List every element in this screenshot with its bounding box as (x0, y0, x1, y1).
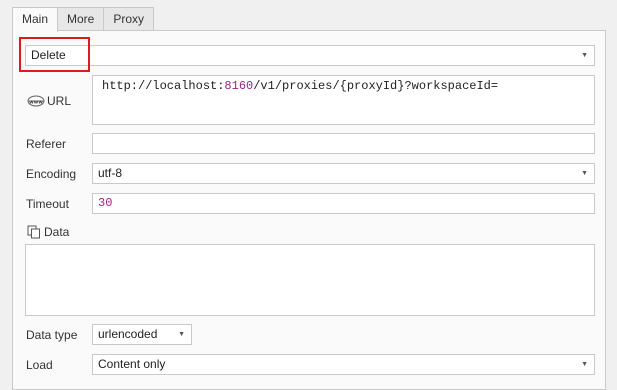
svg-text:www: www (29, 99, 43, 105)
load-value: Content only (98, 357, 166, 371)
data-type-value: urlencoded (98, 327, 158, 341)
chevron-down-icon[interactable]: ▼ (581, 164, 588, 183)
www-globe-icon: www (27, 95, 45, 107)
referer-label: Referer (26, 137, 67, 151)
tab-main[interactable]: Main (12, 7, 59, 32)
chevron-down-icon[interactable]: ▼ (178, 325, 185, 344)
method-value: Delete (31, 48, 66, 62)
url-label: www URL (27, 94, 71, 108)
data-textarea[interactable] (25, 244, 595, 316)
url-label-text: URL (47, 94, 72, 108)
tab-more[interactable]: More (57, 7, 105, 30)
chevron-down-icon[interactable]: ▼ (581, 46, 588, 65)
data-type-select[interactable]: urlencoded ▼ (92, 324, 192, 345)
copy-pages-icon (27, 225, 41, 239)
data-label: Data (27, 225, 69, 239)
referer-input[interactable] (92, 133, 595, 154)
data-type-label: Data type (26, 328, 78, 342)
encoding-value: utf-8 (98, 166, 123, 180)
url-textarea[interactable]: http://localhost:8160/v1/proxies/{proxyI… (92, 75, 595, 125)
tab-bar: Main More Proxy (12, 7, 155, 32)
timeout-label: Timeout (26, 197, 69, 211)
url-text-port: 8160 (224, 79, 254, 93)
url-text-prefix: http://localhost: (102, 79, 225, 93)
data-label-text: Data (44, 225, 70, 239)
load-label: Load (26, 358, 53, 372)
chevron-down-icon[interactable]: ▼ (581, 355, 588, 374)
encoding-label: Encoding (26, 167, 77, 181)
tab-proxy[interactable]: Proxy (103, 7, 155, 30)
encoding-select[interactable]: utf-8 ▼ (92, 163, 595, 184)
method-select[interactable]: Delete ▼ (25, 45, 595, 66)
url-text-suffix: /v1/proxies/{proxyId}?workspaceId= (253, 79, 499, 93)
timeout-input[interactable]: 30 (92, 193, 595, 214)
load-select[interactable]: Content only ▼ (92, 354, 595, 375)
